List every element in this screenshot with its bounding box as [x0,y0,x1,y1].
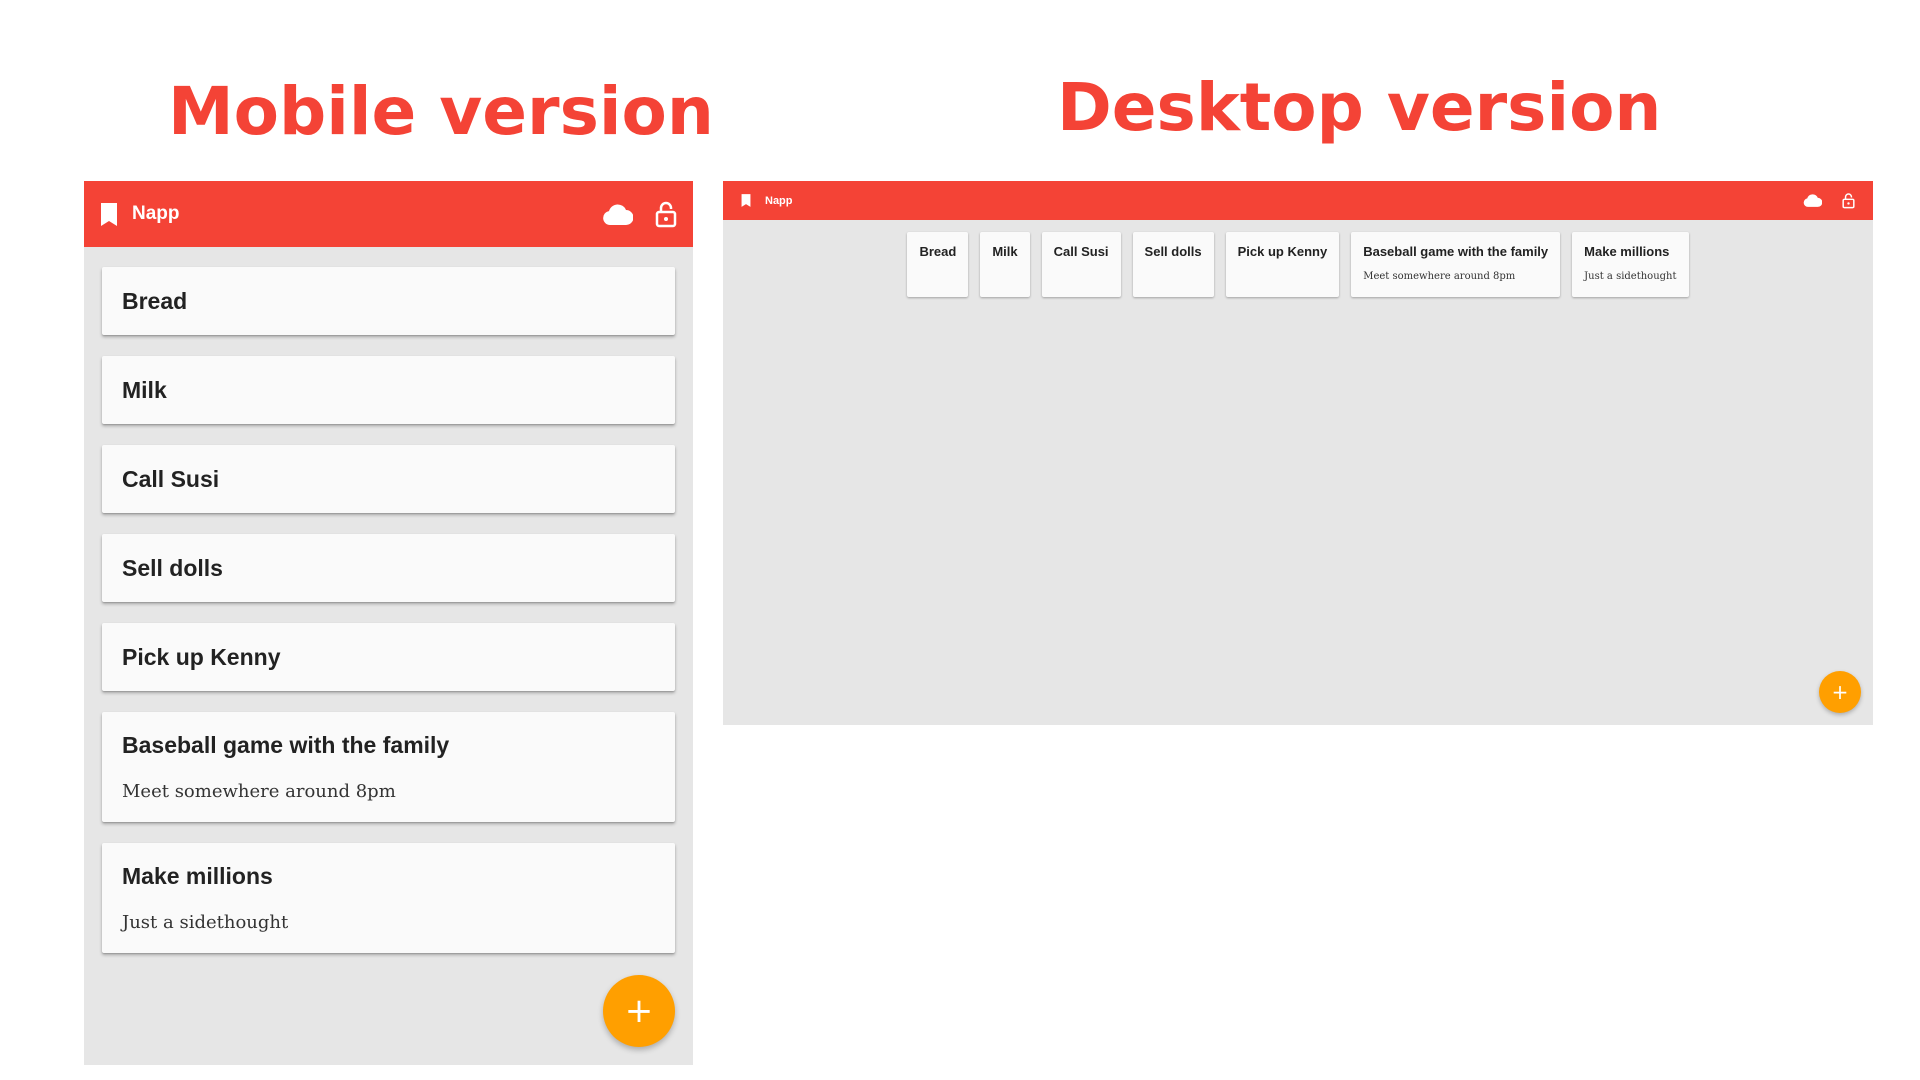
note-card[interactable]: Sell dolls [1132,232,1214,297]
bookmark-icon[interactable] [741,194,751,207]
note-body: Meet somewhere around 8pm [1363,271,1516,282]
note-card[interactable]: Baseball game with the family Meet somew… [1351,232,1561,297]
note-card[interactable]: Bread [102,267,675,335]
note-card[interactable]: Milk [980,232,1030,297]
mobile-note-list: Bread Milk Call Susi Sell dolls Pick up … [84,247,693,953]
mobile-screen: Napp Bread Milk Call Susi Sell dolls Pic… [84,181,693,1065]
note-body: Meet somewhere around 8pm [122,781,396,802]
note-card[interactable]: Call Susi [1041,232,1121,297]
note-card[interactable]: Baseball game with the family Meet somew… [102,712,675,822]
note-card[interactable]: Bread [907,232,969,297]
note-title: Milk [122,376,167,403]
note-body: Just a sidethought [122,912,289,933]
lock-open-icon[interactable] [1842,192,1855,209]
note-title: Call Susi [1053,244,1109,259]
bookmark-icon[interactable] [100,202,118,226]
note-card[interactable]: Make millions Just a sidethought [102,843,675,953]
plus-icon: + [1831,680,1849,704]
note-card[interactable]: Milk [102,356,675,424]
cloud-icon[interactable] [602,203,633,225]
note-card[interactable]: Call Susi [102,445,675,513]
note-title: Sell dolls [122,554,223,581]
note-title: Call Susi [122,465,220,492]
note-card[interactable]: Pick up Kenny [102,623,675,691]
note-card[interactable]: Pick up Kenny [1225,232,1340,297]
note-title: Baseball game with the family [122,732,450,758]
app-title: Napp [765,194,793,207]
note-title: Bread [919,244,957,259]
note-card[interactable]: Make millions Just a sidethought [1572,232,1689,297]
cloud-icon[interactable] [1803,194,1822,207]
note-card[interactable]: Sell dolls [102,534,675,602]
desktop-version-heading: Desktop version [1057,69,1662,146]
note-body: Just a sidethought [1584,271,1677,282]
note-title: Bread [122,287,188,314]
desktop-app-bar: Napp [723,181,1873,220]
note-title: Baseball game with the family [1363,244,1549,259]
note-title: Make millions [122,863,273,889]
add-note-button[interactable]: + [1819,671,1861,713]
plus-icon: + [624,991,654,1031]
mobile-app-bar: Napp [84,181,693,247]
mobile-version-heading: Mobile version [168,73,714,150]
desktop-note-grid: Bread Milk Call Susi Sell dolls Pick up … [723,220,1873,297]
lock-open-icon[interactable] [655,200,677,228]
desktop-screen: Napp Bread Milk Call Susi Sell dolls Pic… [723,181,1873,725]
note-title: Milk [992,244,1018,259]
note-title: Make millions [1584,244,1670,259]
note-title: Pick up Kenny [122,643,281,670]
note-title: Sell dolls [1144,244,1202,259]
add-note-button[interactable]: + [603,975,675,1047]
note-title: Pick up Kenny [1237,244,1328,259]
app-title: Napp [132,203,180,224]
